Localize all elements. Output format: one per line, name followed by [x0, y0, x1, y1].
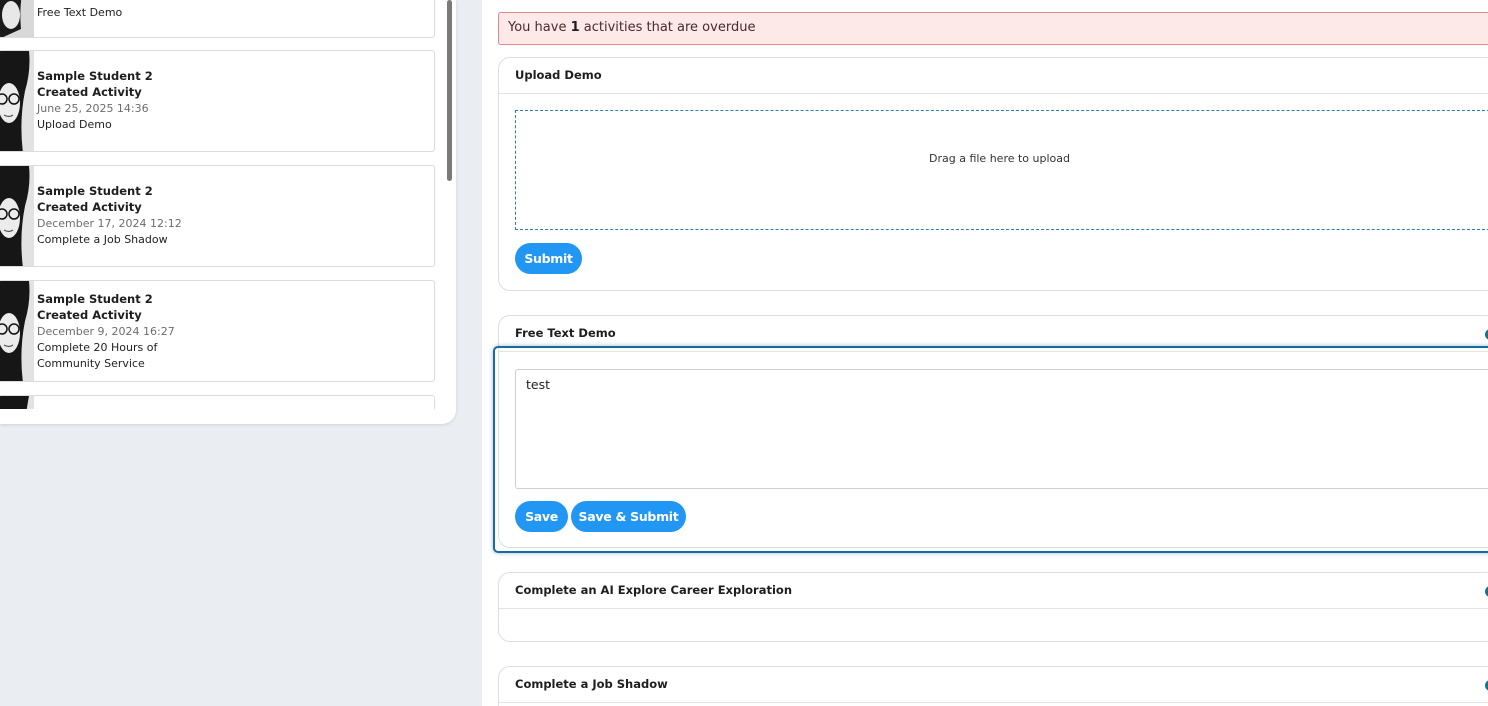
career-exploration-header[interactable]: Complete an AI Explore Career Exploratio… [499, 573, 1488, 609]
job-shadow-header[interactable]: Complete a Job Shadow D [499, 667, 1488, 703]
dropzone-text: Drag a file here to upload [929, 152, 1070, 165]
file-dropzone[interactable]: Drag a file here to upload [515, 110, 1488, 230]
feed-item-name: Sample Student 2 [37, 69, 153, 83]
feed-item-date: December 17, 2024 12:12 [37, 217, 182, 230]
feed-scrollbar-thumb[interactable] [447, 0, 452, 181]
feed-item-title: Complete 20 Hours of [37, 341, 158, 354]
feed-item-date: December 9, 2024 16:27 [37, 325, 175, 338]
avatar [0, 281, 34, 381]
feed-item-name: Sample Student 2 [37, 184, 153, 198]
avatar [0, 396, 34, 409]
feed-item-date: June 25, 2025 14:36 [37, 102, 149, 115]
feed-item[interactable]: Free Text Demo [0, 0, 435, 38]
feed-item-name: Sample Student 2 [37, 292, 153, 306]
avatar [0, 0, 34, 37]
avatar [0, 166, 34, 266]
feed-item-title: Complete a Job Shadow [37, 233, 168, 246]
feed-item[interactable]: Sample Student 2 Created Activity June 2… [0, 50, 435, 152]
feed-item-title-continued: Community Service [37, 357, 145, 370]
overdue-alert-prefix: You have [508, 20, 571, 35]
activity-feed-panel: Free Text Demo Sample Student 2 Created … [0, 0, 456, 424]
free-text-focus-ring [493, 346, 1488, 553]
career-exploration-title: Complete an AI Explore Career Exploratio… [515, 583, 793, 597]
upload-demo-card: Upload Demo Drag a file here to upload S… [498, 57, 1488, 291]
submit-button[interactable]: Submit [515, 243, 582, 274]
upload-demo-title[interactable]: Upload Demo [499, 58, 1488, 94]
job-shadow-card: Complete a Job Shadow D [498, 666, 1488, 706]
feed-item-action: Created Activity [37, 85, 142, 99]
feed-item-title: Upload Demo [37, 118, 112, 131]
feed-item-action: Created Activity [37, 308, 142, 322]
job-shadow-title: Complete a Job Shadow [515, 677, 668, 691]
overdue-alert: You have 1 activities that are overdue [498, 12, 1488, 45]
career-exploration-card: Complete an AI Explore Career Exploratio… [498, 572, 1488, 642]
free-text-demo-title: Free Text Demo [515, 326, 616, 340]
overdue-alert-suffix: activities that are overdue [579, 20, 756, 35]
avatar [0, 51, 34, 151]
feed-item[interactable]: Sample Student 2 Created Activity Decemb… [0, 165, 435, 267]
feed-item-action: Created Activity [37, 200, 142, 214]
feed-scrollbar[interactable] [446, 0, 454, 409]
activity-feed-list[interactable]: Free Text Demo Sample Student 2 Created … [0, 0, 446, 409]
feed-item[interactable] [0, 395, 435, 409]
overdue-count: 1 [570, 20, 580, 35]
feed-item-title: Free Text Demo [37, 6, 123, 19]
feed-item[interactable]: Sample Student 2 Created Activity Decemb… [0, 280, 435, 382]
